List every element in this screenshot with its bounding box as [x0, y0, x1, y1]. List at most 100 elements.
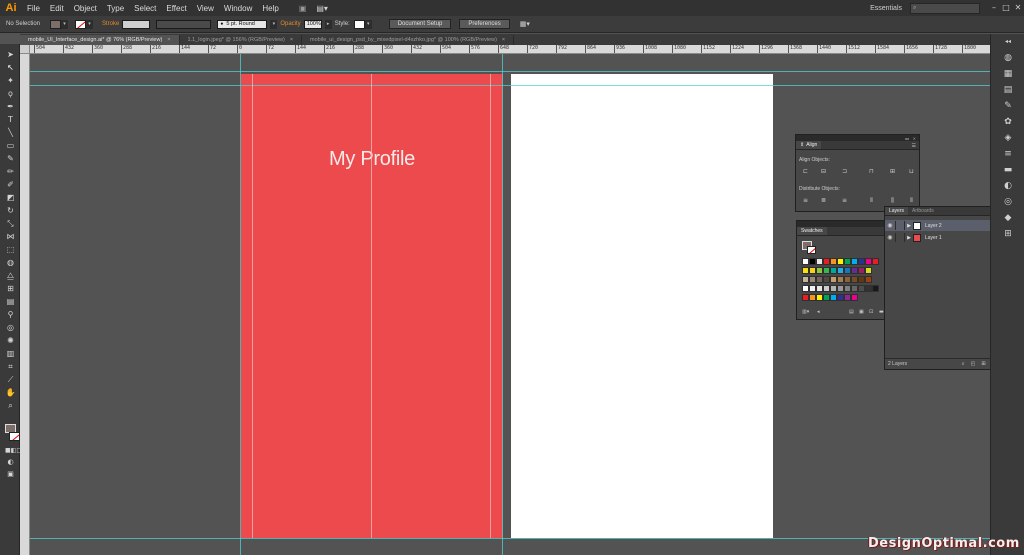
- swatch[interactable]: [809, 267, 816, 274]
- stroke-dropdown[interactable]: ▾: [86, 19, 93, 29]
- swatch[interactable]: [851, 267, 858, 274]
- align-left-icon[interactable]: ⊏: [802, 168, 809, 175]
- column-graph-tool-icon[interactable]: ▥: [5, 349, 16, 358]
- tab-layers[interactable]: Layers: [885, 207, 909, 215]
- swatch[interactable]: [830, 294, 837, 301]
- menu-edit[interactable]: Edit: [45, 4, 69, 13]
- swatch[interactable]: [809, 285, 816, 292]
- artboard-my-profile[interactable]: My Profile: [241, 74, 503, 538]
- fill-swatch[interactable]: [50, 19, 61, 29]
- layers-panel-icon[interactable]: ◆: [1001, 212, 1015, 224]
- eraser-tool-icon[interactable]: ◩: [5, 193, 16, 202]
- style-dropdown[interactable]: ▾: [364, 19, 372, 29]
- swatch[interactable]: [844, 285, 851, 292]
- swatch[interactable]: [858, 276, 865, 283]
- menu-file[interactable]: File: [22, 4, 45, 13]
- menu-object[interactable]: Object: [69, 4, 102, 13]
- stroke-swatch[interactable]: [75, 19, 86, 29]
- swatch[interactable]: [802, 285, 809, 292]
- new-sublayer-icon[interactable]: ⊞: [981, 361, 985, 367]
- maximize-button[interactable]: □: [1000, 2, 1012, 14]
- swatch[interactable]: [844, 267, 851, 274]
- panel-menu-icon[interactable]: ☰: [912, 143, 916, 149]
- perspective-grid-tool-icon[interactable]: ⧋: [5, 271, 16, 280]
- stroke-weight-field[interactable]: [122, 19, 151, 29]
- align-center-h-icon[interactable]: ⊟: [820, 168, 827, 175]
- swatch-options-icon[interactable]: ▤: [849, 309, 854, 315]
- swatch[interactable]: [837, 267, 844, 274]
- distribute-center-v-icon[interactable]: ≣: [820, 197, 827, 204]
- locate-object-icon[interactable]: ⌕: [962, 361, 965, 367]
- swatch[interactable]: [858, 258, 865, 265]
- symbols-panel-icon[interactable]: ✿: [1001, 116, 1015, 128]
- tab-mobile-ui-interface[interactable]: mobile_UI_Interface_design.ai* @ 76% (RG…: [20, 35, 180, 45]
- tab-mobile-ui-psd[interactable]: mobile_ui_design_psd_by_mixedpixel-d4xzh…: [302, 35, 515, 45]
- artboard-title[interactable]: My Profile: [241, 148, 503, 171]
- swatch[interactable]: [823, 267, 830, 274]
- tab-align[interactable]: ⇕ Align: [796, 141, 822, 149]
- swatch[interactable]: [858, 267, 865, 274]
- swatch[interactable]: [844, 294, 851, 301]
- preferences-button[interactable]: Preferences: [459, 19, 510, 29]
- gradient-tool-icon[interactable]: ▤: [5, 297, 16, 306]
- visibility-icon[interactable]: ◉: [885, 234, 895, 241]
- type-tool-icon[interactable]: T: [5, 115, 16, 124]
- guide-vertical[interactable]: [371, 74, 372, 538]
- guide-horizontal[interactable]: [30, 71, 990, 72]
- shape-builder-tool-icon[interactable]: ◍: [5, 258, 16, 267]
- brush-definition[interactable]: ● 5 pt. Round: [217, 19, 268, 29]
- horizontal-ruler[interactable]: 504 432 360 288 216 144 72 0 72 144 216 288 360 432 50…: [30, 45, 990, 54]
- menu-window[interactable]: Window: [219, 4, 257, 13]
- mesh-tool-icon[interactable]: ⊞: [5, 284, 16, 293]
- close-icon[interactable]: ×: [167, 37, 170, 43]
- swatch-kinds-icon[interactable]: ◂: [817, 309, 820, 315]
- arrange-icon[interactable]: ▦▾: [520, 20, 530, 28]
- swatch[interactable]: [865, 285, 872, 292]
- swatch[interactable]: [865, 276, 872, 283]
- artboard-tool-icon[interactable]: ⌗: [5, 362, 16, 371]
- tab-login[interactable]: 1.1_login.jpeg* @ 156% (RGB/Preview) ×: [180, 35, 303, 45]
- close-button[interactable]: ✕: [1012, 2, 1024, 14]
- brush-dropdown[interactable]: ▾: [270, 19, 278, 29]
- swatch[interactable]: [872, 285, 879, 292]
- menu-view[interactable]: View: [192, 4, 219, 13]
- artboard-blank[interactable]: [511, 74, 773, 538]
- blend-tool-icon[interactable]: ◎: [5, 323, 16, 332]
- tab-swatches[interactable]: Swatches: [797, 227, 827, 235]
- color-panel-icon[interactable]: ◍: [1001, 52, 1015, 64]
- swatch[interactable]: [809, 258, 816, 265]
- swatch[interactable]: [809, 276, 816, 283]
- brushes-panel-icon[interactable]: ✎: [1001, 100, 1015, 112]
- symbol-sprayer-tool-icon[interactable]: ✺: [5, 336, 16, 345]
- swatch[interactable]: [816, 276, 823, 283]
- swatch[interactable]: [851, 285, 858, 292]
- guide-horizontal[interactable]: [30, 85, 990, 86]
- swatch[interactable]: [865, 267, 872, 274]
- free-transform-tool-icon[interactable]: ⬚: [5, 245, 16, 254]
- swatch[interactable]: [816, 258, 823, 265]
- color-guide-icon[interactable]: ▦: [1001, 68, 1015, 80]
- search-input[interactable]: ⌕: [910, 2, 980, 14]
- lock-toggle[interactable]: [895, 233, 905, 242]
- swatch[interactable]: [802, 258, 809, 265]
- hand-tool-icon[interactable]: ✋: [5, 388, 16, 397]
- rectangle-tool-icon[interactable]: ▭: [5, 141, 16, 150]
- lasso-tool-icon[interactable]: ϙ: [5, 89, 16, 98]
- opacity-label[interactable]: Opacity: [280, 21, 300, 27]
- guide-vertical[interactable]: [502, 54, 503, 555]
- direct-selection-tool-icon[interactable]: ↖: [5, 63, 16, 72]
- new-swatch-icon[interactable]: ⊡: [869, 309, 873, 315]
- swatch[interactable]: [830, 285, 837, 292]
- variable-width-profile[interactable]: [156, 19, 212, 29]
- expand-icon[interactable]: ▶: [905, 235, 913, 241]
- swatch[interactable]: [816, 267, 823, 274]
- menu-help[interactable]: Help: [257, 4, 283, 13]
- pencil-tool-icon[interactable]: ✏: [5, 167, 16, 176]
- style-swatch[interactable]: [353, 19, 365, 29]
- swatch-library-icon[interactable]: ▥▾: [802, 309, 809, 315]
- distribute-bottom-icon[interactable]: ≡: [841, 197, 848, 204]
- workspace-switcher[interactable]: Essentials: [870, 5, 902, 12]
- document-setup-button[interactable]: Document Setup: [388, 19, 452, 29]
- make-clipping-mask-icon[interactable]: ◰: [971, 361, 976, 367]
- swatch[interactable]: [844, 258, 851, 265]
